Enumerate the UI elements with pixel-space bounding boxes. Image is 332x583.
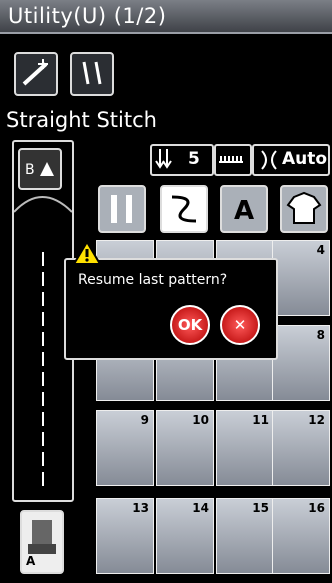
pattern-number: 12: [308, 413, 325, 427]
mirror-button[interactable]: [70, 52, 114, 96]
tension-label: Auto: [282, 149, 328, 169]
pattern-number: 11: [252, 413, 269, 427]
shirt-icon: [286, 191, 322, 224]
pattern-number: 15: [252, 501, 269, 515]
pattern-cell-14[interactable]: 14: [156, 498, 214, 574]
utility-category-button[interactable]: [98, 185, 146, 233]
pattern-number: 8: [316, 328, 325, 342]
title-bar: Utility(U) (1/2): [0, 0, 332, 34]
feed-icon: [155, 149, 172, 169]
bobbin-icon: B: [25, 162, 54, 178]
pattern-number: 16: [308, 501, 325, 515]
ok-button[interactable]: OK: [170, 305, 210, 345]
edit-button[interactable]: [14, 52, 58, 96]
bobbin-button[interactable]: B: [18, 148, 62, 190]
utility-stitch-icon: [111, 195, 132, 223]
svg-text:A: A: [234, 196, 254, 226]
shirt-category-button[interactable]: [280, 185, 328, 233]
tension-setting[interactable]: Auto: [252, 144, 330, 176]
tension-icon: [261, 150, 277, 170]
pattern-number: 10: [192, 413, 209, 427]
feed-value: 5: [188, 149, 200, 169]
pattern-number: 9: [140, 413, 149, 427]
window-title: Utility(U) (1/2): [8, 4, 167, 28]
resume-dialog: Resume last pattern? OK ✕: [64, 240, 278, 360]
svg-text:B: B: [25, 162, 35, 178]
pattern-cell-11[interactable]: 11: [216, 410, 274, 486]
pattern-number: 14: [192, 501, 209, 515]
dialog-message: Resume last pattern?: [78, 272, 228, 288]
foot-label: A: [26, 554, 36, 568]
presser-foot-indicator: A: [20, 510, 64, 574]
warning-icon: [72, 240, 102, 265]
letter-a-icon: A: [234, 196, 254, 226]
pattern-cell-12[interactable]: 12: [272, 410, 330, 486]
pattern-cell-16[interactable]: 16: [272, 498, 330, 574]
stitch-name: Straight Stitch: [6, 108, 157, 132]
pattern-cell-13[interactable]: 13: [96, 498, 154, 574]
stitch-length-setting[interactable]: [214, 144, 252, 176]
pattern-cell-15[interactable]: 15: [216, 498, 274, 574]
pattern-cell-10[interactable]: 10: [156, 410, 214, 486]
decorative-category-button[interactable]: [160, 185, 208, 233]
cancel-button[interactable]: ✕: [220, 305, 260, 345]
letters-category-button[interactable]: A: [220, 185, 268, 233]
feed-setting[interactable]: 5: [150, 144, 214, 176]
length-icon: [219, 156, 243, 163]
pattern-number: 4: [316, 243, 325, 257]
pattern-number: 13: [132, 501, 149, 515]
mirror-icon: [82, 61, 102, 85]
pencil-plus-icon: [22, 59, 48, 86]
pattern-cell-4[interactable]: 4: [272, 240, 330, 316]
pattern-cell-8[interactable]: 8: [272, 325, 330, 401]
pattern-cell-9[interactable]: 9: [96, 410, 154, 486]
decorative-stitch-icon: [171, 195, 197, 223]
